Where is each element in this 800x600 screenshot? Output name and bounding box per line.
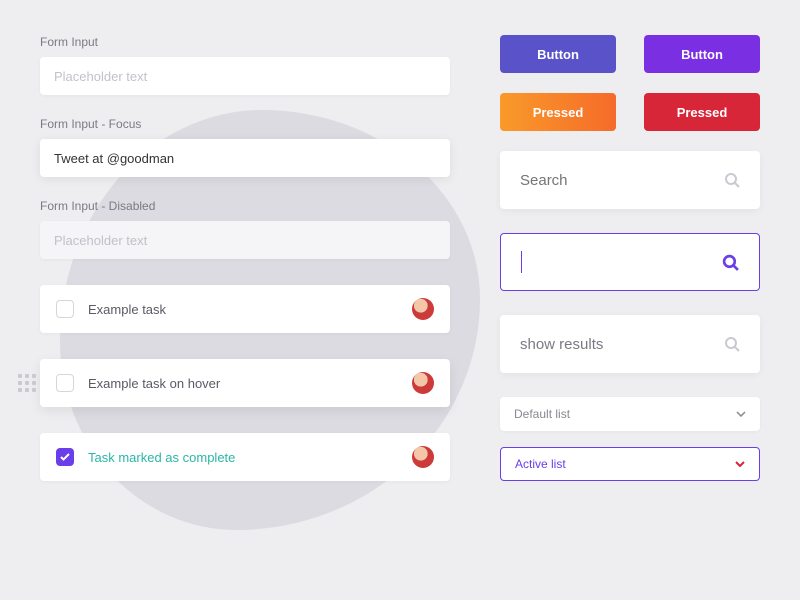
select-default[interactable]: Default list <box>500 397 760 431</box>
search-results-text[interactable] <box>520 336 724 353</box>
select-active[interactable]: Active list <box>500 447 760 481</box>
select-label: Active list <box>515 457 566 471</box>
pressed-button-orange[interactable]: Pressed <box>500 93 616 131</box>
select-label: Default list <box>514 407 570 421</box>
form-label-disabled: Form Input - Disabled <box>40 199 450 213</box>
form-input-default: Form Input <box>40 35 450 95</box>
task-label: Task marked as complete <box>88 450 412 465</box>
search-box-results[interactable] <box>500 315 760 373</box>
drag-handle-icon[interactable] <box>18 374 36 392</box>
text-cursor-icon <box>521 251 522 273</box>
avatar-icon <box>412 372 434 394</box>
task-label: Example task <box>88 302 412 317</box>
search-icon <box>724 172 740 188</box>
avatar-icon <box>412 298 434 320</box>
task-row-complete[interactable]: Task marked as complete <box>40 433 450 481</box>
input-disabled <box>40 221 450 259</box>
primary-button-indigo[interactable]: Button <box>500 35 616 73</box>
form-label-default: Form Input <box>40 35 450 49</box>
task-row-hover[interactable]: Example task on hover <box>40 359 450 407</box>
form-input-disabled: Form Input - Disabled <box>40 199 450 259</box>
pressed-button-red[interactable]: Pressed <box>644 93 760 131</box>
task-label: Example task on hover <box>88 376 412 391</box>
chevron-down-icon <box>735 461 745 467</box>
avatar-icon <box>412 446 434 468</box>
task-row-default[interactable]: Example task <box>40 285 450 333</box>
form-label-focus: Form Input - Focus <box>40 117 450 131</box>
input-default[interactable] <box>40 57 450 95</box>
search-input[interactable] <box>520 172 724 189</box>
task-checkbox[interactable] <box>56 374 74 392</box>
search-box-default[interactable] <box>500 151 760 209</box>
input-focus[interactable] <box>40 139 450 177</box>
form-input-focus: Form Input - Focus <box>40 117 450 177</box>
chevron-down-icon <box>736 411 746 417</box>
search-box-active[interactable] <box>500 233 760 291</box>
task-checkbox-checked[interactable] <box>56 448 74 466</box>
search-icon[interactable] <box>722 254 739 271</box>
task-checkbox[interactable] <box>56 300 74 318</box>
primary-button-violet[interactable]: Button <box>644 35 760 73</box>
search-icon[interactable] <box>724 336 740 352</box>
